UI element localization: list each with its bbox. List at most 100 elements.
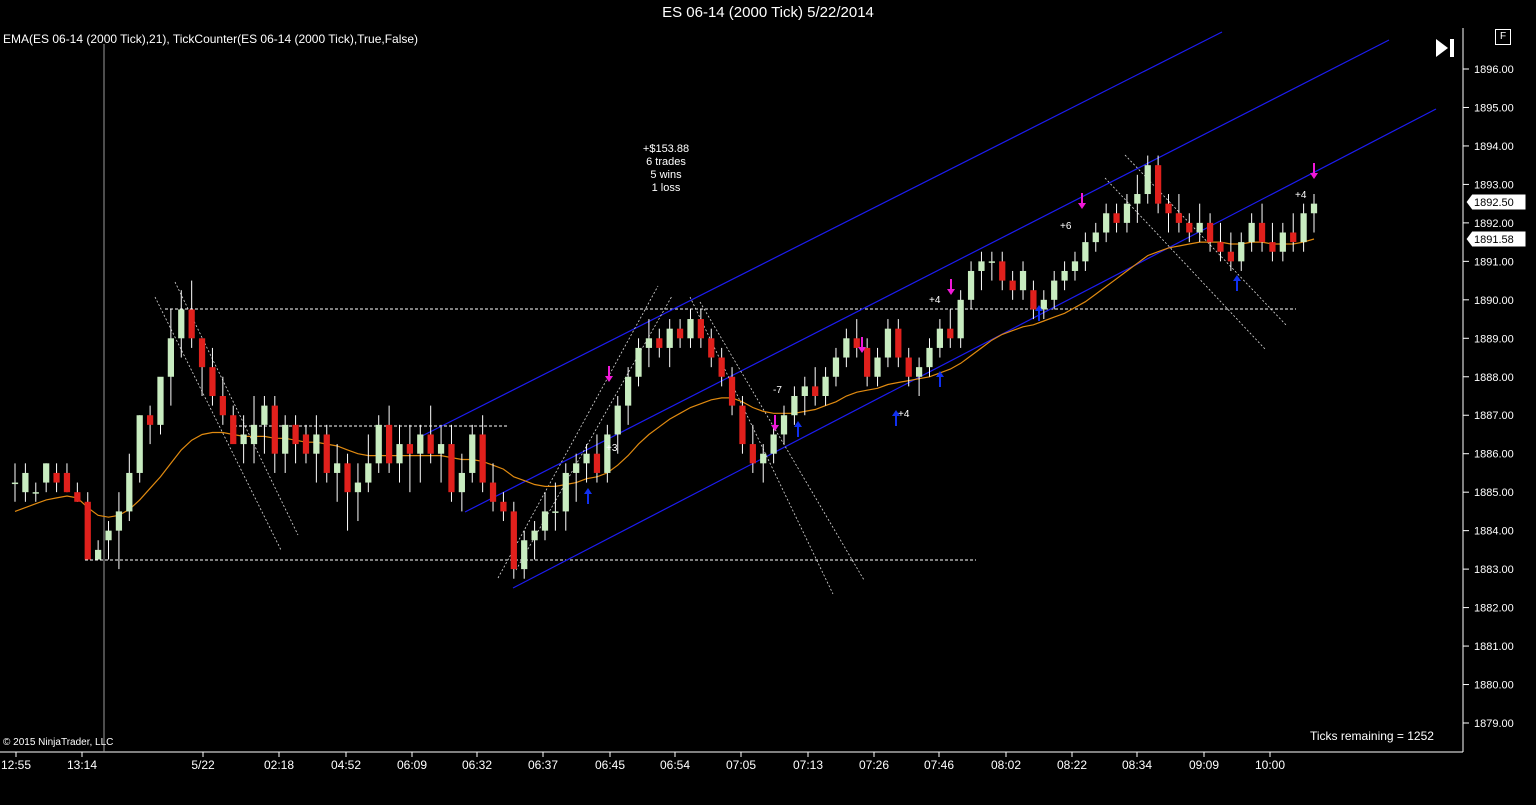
candle-down [53,472,60,483]
ema-price-box: 1891.58 [1465,230,1527,248]
time-tick-label: 08:34 [1122,758,1152,772]
candle-up [136,415,143,473]
candle-down [708,338,715,358]
candle-up [126,472,133,512]
candle-up [915,367,923,377]
pnl-value: +$153.88 [642,143,690,155]
skip-to-end-icon [1436,39,1454,57]
candle-up [521,540,528,570]
last-price-box: 1892.50 [1465,193,1527,211]
candle-down [656,338,663,348]
candle-down [448,444,455,493]
candle-up [884,328,892,358]
candle-up [1144,165,1151,195]
ema-price-value: 1891.58 [1474,234,1514,246]
price-chart[interactable]: 1896.00 1895.00 1894.00 1893.00 1892.00 1891.… [0,0,1536,805]
sell-arrow-icon [605,366,613,382]
candle-down [749,444,756,464]
candle-up [552,511,559,513]
time-tick-label: 09:09 [1189,758,1219,772]
price-tick-label: 1890.00 [1474,295,1514,307]
candle-up [760,453,767,464]
candle-down [1269,242,1276,252]
candle-up [115,511,123,531]
candle-down [188,309,195,339]
candle-down [63,472,71,493]
candle-down [198,338,206,368]
candle-down [1113,213,1120,223]
candle-down [146,415,154,425]
performance-summary: +$153.88 6 trades 5 wins 1 loss [620,143,712,195]
skip-to-end-button[interactable] [1434,36,1458,60]
candle-down [1186,222,1193,233]
candle-up [334,463,341,473]
candle-up [1040,299,1047,310]
candle-up [417,434,424,454]
candle-up [645,338,653,348]
channel-middle [464,39,1390,513]
candle-up [666,328,673,348]
trade-label: +6 [1060,221,1072,232]
price-tick-labels: 1896.00 1895.00 1894.00 1893.00 1892.00 1891.… [1463,64,1514,730]
trade-label: +4 [929,295,941,306]
time-tick-label: 07:46 [924,758,954,772]
candle-down [74,492,81,502]
candle-up [1071,261,1079,271]
price-tick-label: 1884.00 [1474,526,1514,538]
candle-up [95,549,102,560]
candle-up [437,444,445,454]
candle-up [988,261,995,263]
candle-up [635,347,642,377]
candle-down [864,347,871,377]
time-tick-label: 06:32 [462,758,492,772]
time-tick-label: 08:02 [991,758,1021,772]
candle-down [718,357,725,377]
down-channel-3b [699,301,865,581]
candle-down [489,482,497,502]
candle-up [1019,270,1027,291]
candle-up [396,444,403,464]
up-channel-2a [497,285,659,579]
candle-down [676,328,684,339]
candle-down [1030,290,1037,310]
candle-down [812,386,819,396]
candle-up [801,386,808,396]
candle-down [1009,280,1016,291]
candle-up [1310,203,1318,214]
trade-label: +3 [606,443,618,454]
sell-arrow-icon [771,415,779,431]
candle-up [770,434,777,454]
candle-down [1206,222,1214,243]
candle-up [469,434,476,473]
price-tick-label: 1894.00 [1474,141,1514,153]
candle-down [209,367,216,396]
candle-down [323,434,330,473]
candle-up [1092,232,1099,243]
grid-and-axes: 1896.00 1895.00 1894.00 1893.00 1892.00 1891.… [0,28,1514,772]
candle-up [313,434,320,454]
candle-up [1279,232,1286,252]
candle-down [385,424,393,464]
trade-label: -7 [773,385,782,396]
candle-up [1248,222,1255,243]
candle-up [957,299,964,339]
candle-down [406,444,414,454]
candle-down [1258,222,1266,243]
candle-up [178,309,185,339]
time-tick-label: 04:52 [331,758,361,772]
price-tick-label: 1880.00 [1474,680,1514,692]
price-tick-label: 1886.00 [1474,449,1514,461]
candle-up [822,376,829,396]
candle-down [230,415,237,445]
candle-up [105,530,112,541]
f-button[interactable]: F [1495,29,1511,45]
candle-up [1196,222,1203,233]
candle-up [354,482,362,493]
ticks-remaining: Ticks remaining = 1252 [1310,729,1434,743]
time-tick-label: 08:22 [1057,758,1087,772]
trade-label: +4 [1295,190,1307,201]
trend-channels [419,31,1437,589]
candle-down [1155,165,1162,204]
time-tick-label: 06:45 [595,758,625,772]
candle-down [271,405,278,454]
